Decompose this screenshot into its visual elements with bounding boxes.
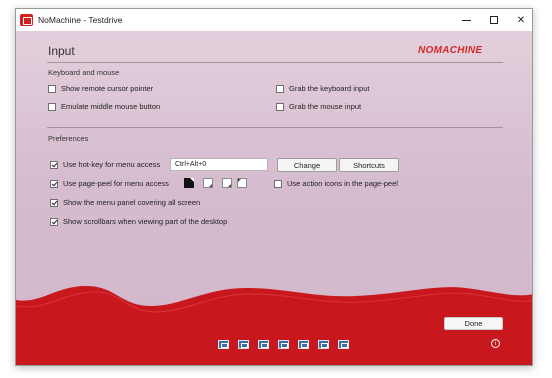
title-divider	[47, 62, 503, 63]
page-peel-checkbox[interactable]: Use page-peel for menu access	[50, 179, 169, 188]
checkbox-box[interactable]	[48, 84, 56, 93]
change-button[interactable]: Change	[277, 158, 337, 172]
close-button[interactable]: ✕	[507, 9, 532, 31]
shortcuts-button[interactable]: Shortcuts	[339, 158, 399, 172]
info-icon[interactable]: i	[491, 339, 500, 348]
grab-keyboard-checkbox[interactable]: Grab the keyboard input	[276, 84, 369, 93]
display-icon[interactable]	[218, 340, 229, 349]
keyboard-icon[interactable]	[258, 340, 269, 349]
checkbox-label: Emulate middle mouse button	[61, 102, 161, 111]
hotkey-menu-checkbox[interactable]: Use hot-key for menu access	[50, 160, 160, 169]
peel-corner-top-right-icon[interactable]	[184, 178, 194, 188]
page-title: Input	[48, 44, 75, 58]
audio-icon[interactable]	[298, 340, 309, 349]
settings-panel: Input NOMACHINE Keyboard and mouse Show …	[16, 31, 532, 365]
title-bar: NoMachine - Testdrive ✕	[16, 9, 532, 31]
peel-corner-top-left-icon[interactable]	[237, 178, 247, 188]
checkbox-box[interactable]	[48, 102, 56, 111]
checkbox-label: Grab the mouse input	[289, 102, 362, 111]
nomachine-window: NoMachine - Testdrive ✕ Input NOMACHINE …	[15, 8, 533, 366]
nomachine-logo: NOMACHINE	[418, 45, 483, 56]
checkbox-box[interactable]	[50, 179, 58, 188]
checkbox-box[interactable]	[276, 84, 284, 93]
checkbox-label: Use hot-key for menu access	[63, 160, 161, 169]
resize-icon[interactable]	[278, 340, 289, 349]
show-remote-cursor-checkbox[interactable]: Show remote cursor pointer	[48, 84, 153, 93]
emulate-middle-button-checkbox[interactable]: Emulate middle mouse button	[48, 102, 160, 111]
checkbox-box[interactable]	[50, 217, 58, 226]
checkbox-box[interactable]	[50, 198, 58, 207]
checkbox-label: Show the menu panel covering all screen	[63, 198, 201, 207]
checkbox-label: Use page-peel for menu access	[63, 179, 169, 188]
checkbox-box[interactable]	[50, 160, 58, 169]
minimize-button[interactable]	[452, 9, 480, 31]
maximize-icon	[490, 16, 498, 24]
done-button[interactable]: Done	[444, 317, 503, 330]
checkbox-label: Show scrollbars when viewing part of the…	[63, 217, 228, 226]
minimize-icon	[461, 19, 471, 21]
session-toolbar	[218, 340, 349, 350]
window-title: NoMachine - Testdrive	[38, 15, 123, 25]
checkbox-box[interactable]	[276, 102, 284, 111]
preferences-heading: Preferences	[48, 134, 89, 143]
recording-icon[interactable]	[338, 340, 349, 349]
menu-panel-fullscreen-checkbox[interactable]: Show the menu panel covering all screen	[50, 198, 200, 207]
peel-corner-bottom-right-icon[interactable]	[203, 178, 213, 188]
checkbox-label: Use action icons in the page-peel	[287, 179, 398, 188]
scrollbars-checkbox[interactable]: Show scrollbars when viewing part of the…	[50, 217, 227, 226]
close-icon: ✕	[516, 14, 526, 26]
maximize-button[interactable]	[480, 9, 508, 31]
action-icons-checkbox[interactable]: Use action icons in the page-peel	[274, 179, 398, 188]
hotkey-field[interactable]: Ctrl+Alt+0	[170, 158, 268, 171]
checkbox-label: Grab the keyboard input	[289, 84, 370, 93]
section-divider	[47, 127, 503, 128]
screen-icon[interactable]	[318, 340, 329, 349]
peel-corner-bottom-left-icon[interactable]	[222, 178, 232, 188]
grab-mouse-checkbox[interactable]: Grab the mouse input	[276, 102, 361, 111]
keyboard-mouse-heading: Keyboard and mouse	[48, 68, 120, 77]
fullscreen-icon[interactable]	[238, 340, 249, 349]
checkbox-label: Show remote cursor pointer	[61, 84, 154, 93]
checkbox-box[interactable]	[274, 179, 282, 188]
nomachine-app-icon	[20, 14, 33, 26]
